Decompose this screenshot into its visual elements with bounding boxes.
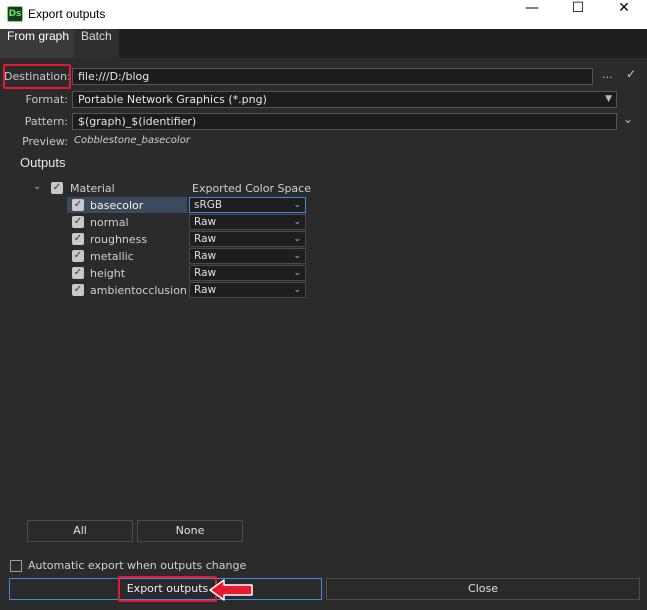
output-name[interactable]: height	[90, 267, 125, 280]
color-space-value: sRGB	[194, 199, 223, 211]
auto-export-checkbox[interactable]	[10, 560, 22, 572]
output-checkbox[interactable]: ✓	[72, 216, 84, 228]
red-arrow-annotation	[209, 579, 253, 601]
check-icon[interactable]: ✓	[626, 67, 636, 81]
color-space-value: Raw	[194, 250, 217, 262]
color-space-select[interactable]: Raw ⌄	[189, 214, 306, 230]
select-all-button[interactable]: All	[27, 520, 133, 542]
color-space-select[interactable]: Raw ⌄	[189, 231, 306, 247]
output-name[interactable]: basecolor	[90, 199, 143, 212]
browse-button[interactable]: ...	[602, 68, 613, 81]
title-bar: Ds Export outputs — ☐ ✕	[0, 0, 647, 29]
output-checkbox[interactable]: ✓	[72, 267, 84, 279]
pattern-expand-chevron-icon[interactable]: ⌄	[623, 112, 633, 126]
destination-field[interactable]: file:///D:/blog	[72, 68, 593, 85]
material-group-label: Material	[70, 182, 115, 195]
app-icon: Ds	[7, 6, 23, 22]
select-none-button[interactable]: None	[137, 520, 243, 542]
format-select[interactable]: Portable Network Graphics (*.png) ▼	[72, 91, 617, 108]
outputs-title: Outputs	[20, 155, 66, 170]
chevron-down-icon: ⌄	[293, 251, 301, 261]
color-space-select[interactable]: Raw ⌄	[189, 282, 306, 298]
color-space-select[interactable]: Raw ⌄	[189, 248, 306, 264]
color-space-header: Exported Color Space	[192, 182, 311, 195]
chevron-down-icon: ⌄	[293, 285, 301, 295]
window-title: Export outputs	[28, 7, 106, 21]
pattern-field[interactable]: $(graph)_$(identifier)	[72, 113, 617, 130]
color-space-value: Raw	[194, 267, 217, 279]
output-name[interactable]: normal	[90, 216, 129, 229]
export-outputs-label: Export outputs	[118, 576, 217, 602]
pattern-label: Pattern:	[24, 115, 68, 128]
preview-label: Preview:	[22, 135, 68, 148]
color-space-select[interactable]: Raw ⌄	[189, 265, 306, 281]
chevron-down-icon: ▼	[605, 94, 612, 104]
chevron-down-icon: ⌄	[293, 234, 301, 244]
export-outputs-button[interactable]: Export outputs	[9, 576, 322, 602]
chevron-down-icon: ⌄	[293, 200, 301, 210]
maximize-button[interactable]: ☐	[555, 0, 601, 29]
color-space-value: Raw	[194, 233, 217, 245]
color-space-value: Raw	[194, 284, 217, 296]
format-label: Format:	[25, 93, 68, 106]
auto-export-label: Automatic export when outputs change	[28, 559, 247, 572]
output-name[interactable]: metallic	[90, 250, 134, 263]
preview-value: Cobblestone_basecolor	[74, 135, 190, 146]
output-checkbox[interactable]: ✓	[72, 284, 84, 296]
destination-highlight-box	[3, 64, 71, 89]
close-window-button[interactable]: ✕	[601, 0, 647, 29]
output-checkbox[interactable]: ✓	[72, 250, 84, 262]
output-name[interactable]: ambientocclusion	[90, 284, 187, 297]
output-checkbox[interactable]: ✓	[72, 199, 84, 211]
collapse-chevron-icon[interactable]: ⌄	[33, 181, 41, 192]
minimize-button[interactable]: —	[509, 0, 555, 29]
format-value: Portable Network Graphics (*.png)	[78, 93, 267, 106]
material-checkbox[interactable]: ✓	[51, 182, 63, 194]
tab-batch[interactable]: Batch	[74, 29, 119, 58]
output-name[interactable]: roughness	[90, 233, 147, 246]
color-space-value: Raw	[194, 216, 217, 228]
tab-bar: From graph Batch	[0, 29, 647, 58]
color-space-select[interactable]: sRGB ⌄	[189, 197, 306, 213]
output-checkbox[interactable]: ✓	[72, 233, 84, 245]
chevron-down-icon: ⌄	[293, 268, 301, 278]
tab-from-graph[interactable]: From graph	[0, 29, 77, 58]
close-button[interactable]: Close	[326, 578, 640, 600]
chevron-down-icon: ⌄	[293, 217, 301, 227]
